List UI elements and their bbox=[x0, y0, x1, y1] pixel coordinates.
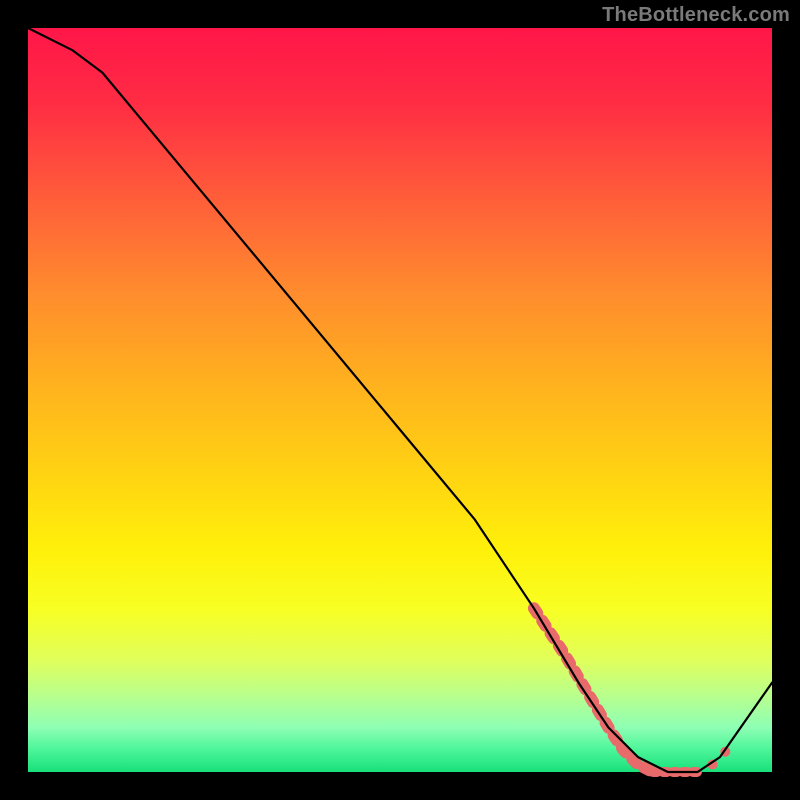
series-curve bbox=[28, 28, 772, 772]
highlight-descent-into-valley bbox=[534, 608, 653, 772]
chart-svg bbox=[28, 28, 772, 772]
chart-stage: TheBottleneck.com bbox=[0, 0, 800, 800]
plot-area bbox=[28, 28, 772, 772]
watermark-text: TheBottleneck.com bbox=[602, 4, 790, 27]
highlight-layer bbox=[534, 608, 727, 772]
curve-layer bbox=[28, 28, 772, 772]
